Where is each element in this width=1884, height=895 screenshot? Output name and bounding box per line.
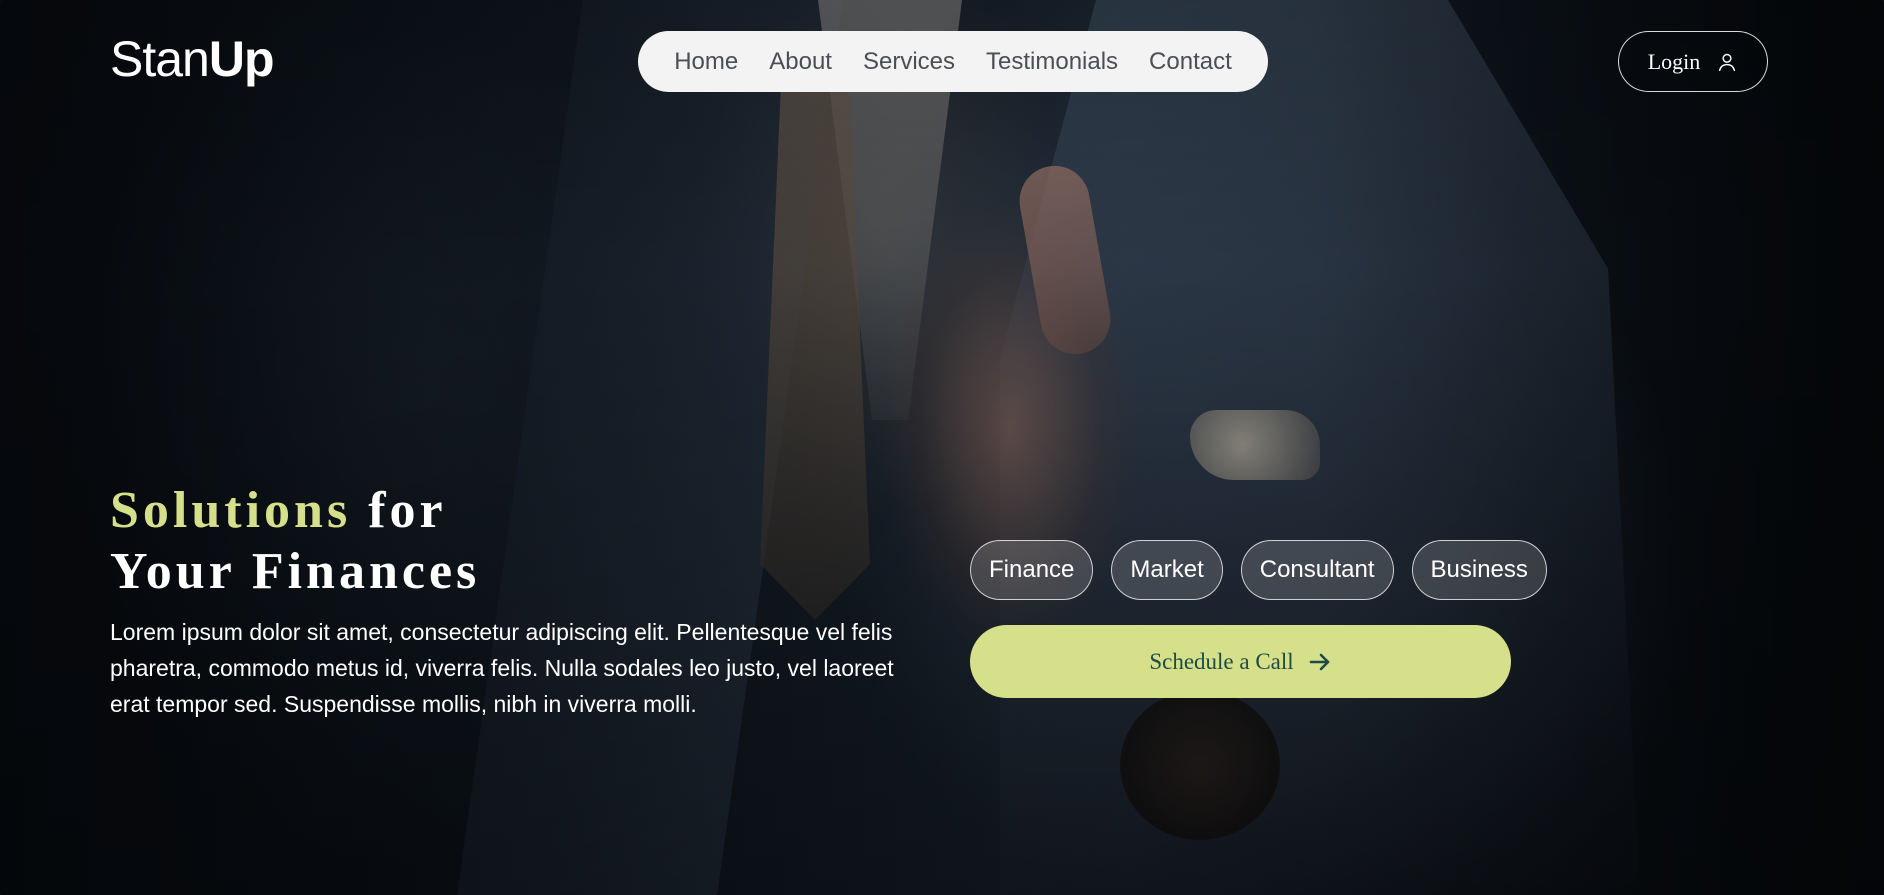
nav-item-testimonials[interactable]: Testimonials — [986, 48, 1118, 76]
background-watch — [1120, 690, 1280, 840]
hero-headline: Solutions for Your Finances — [110, 480, 480, 602]
tag-finance[interactable]: Finance — [970, 540, 1094, 600]
arrow-right-icon — [1308, 651, 1332, 673]
main-nav: Home About Services Testimonials Contact — [638, 31, 1268, 92]
tag-business[interactable]: Business — [1411, 540, 1547, 600]
hero-section: StanUp Home About Services Testimonials … — [0, 0, 1884, 895]
nav-item-services[interactable]: Services — [863, 48, 955, 76]
background-thumb — [1014, 160, 1116, 360]
tag-list: Finance Market Consultant Business — [970, 540, 1547, 600]
brand-logo[interactable]: StanUp — [110, 30, 275, 88]
tag-market[interactable]: Market — [1111, 540, 1223, 600]
hero-description: Lorem ipsum dolor sit amet, consectetur … — [110, 619, 894, 717]
user-icon — [1716, 51, 1738, 73]
background-jacket-lapel — [457, 0, 843, 895]
headline-rest: for — [368, 482, 447, 539]
background-tie — [760, 60, 870, 620]
headline-accent: Solutions — [110, 482, 352, 539]
nav-item-home[interactable]: Home — [674, 48, 738, 76]
brand-logo-light: Stan — [110, 31, 210, 87]
login-label: Login — [1647, 48, 1701, 74]
schedule-call-label: Schedule a Call — [1149, 648, 1294, 674]
nav-item-contact[interactable]: Contact — [1149, 48, 1232, 76]
background-jacket — [1000, 0, 1640, 895]
background-overlay — [0, 0, 1884, 895]
nav-item-about[interactable]: About — [769, 48, 832, 76]
background-pocket-square — [1190, 410, 1320, 480]
schedule-call-button[interactable]: Schedule a Call — [970, 625, 1511, 698]
login-button[interactable]: Login — [1618, 31, 1768, 92]
tag-consultant[interactable]: Consultant — [1240, 540, 1394, 600]
headline-line-2: Your Finances — [110, 543, 481, 600]
brand-logo-bold: Up — [208, 31, 275, 87]
